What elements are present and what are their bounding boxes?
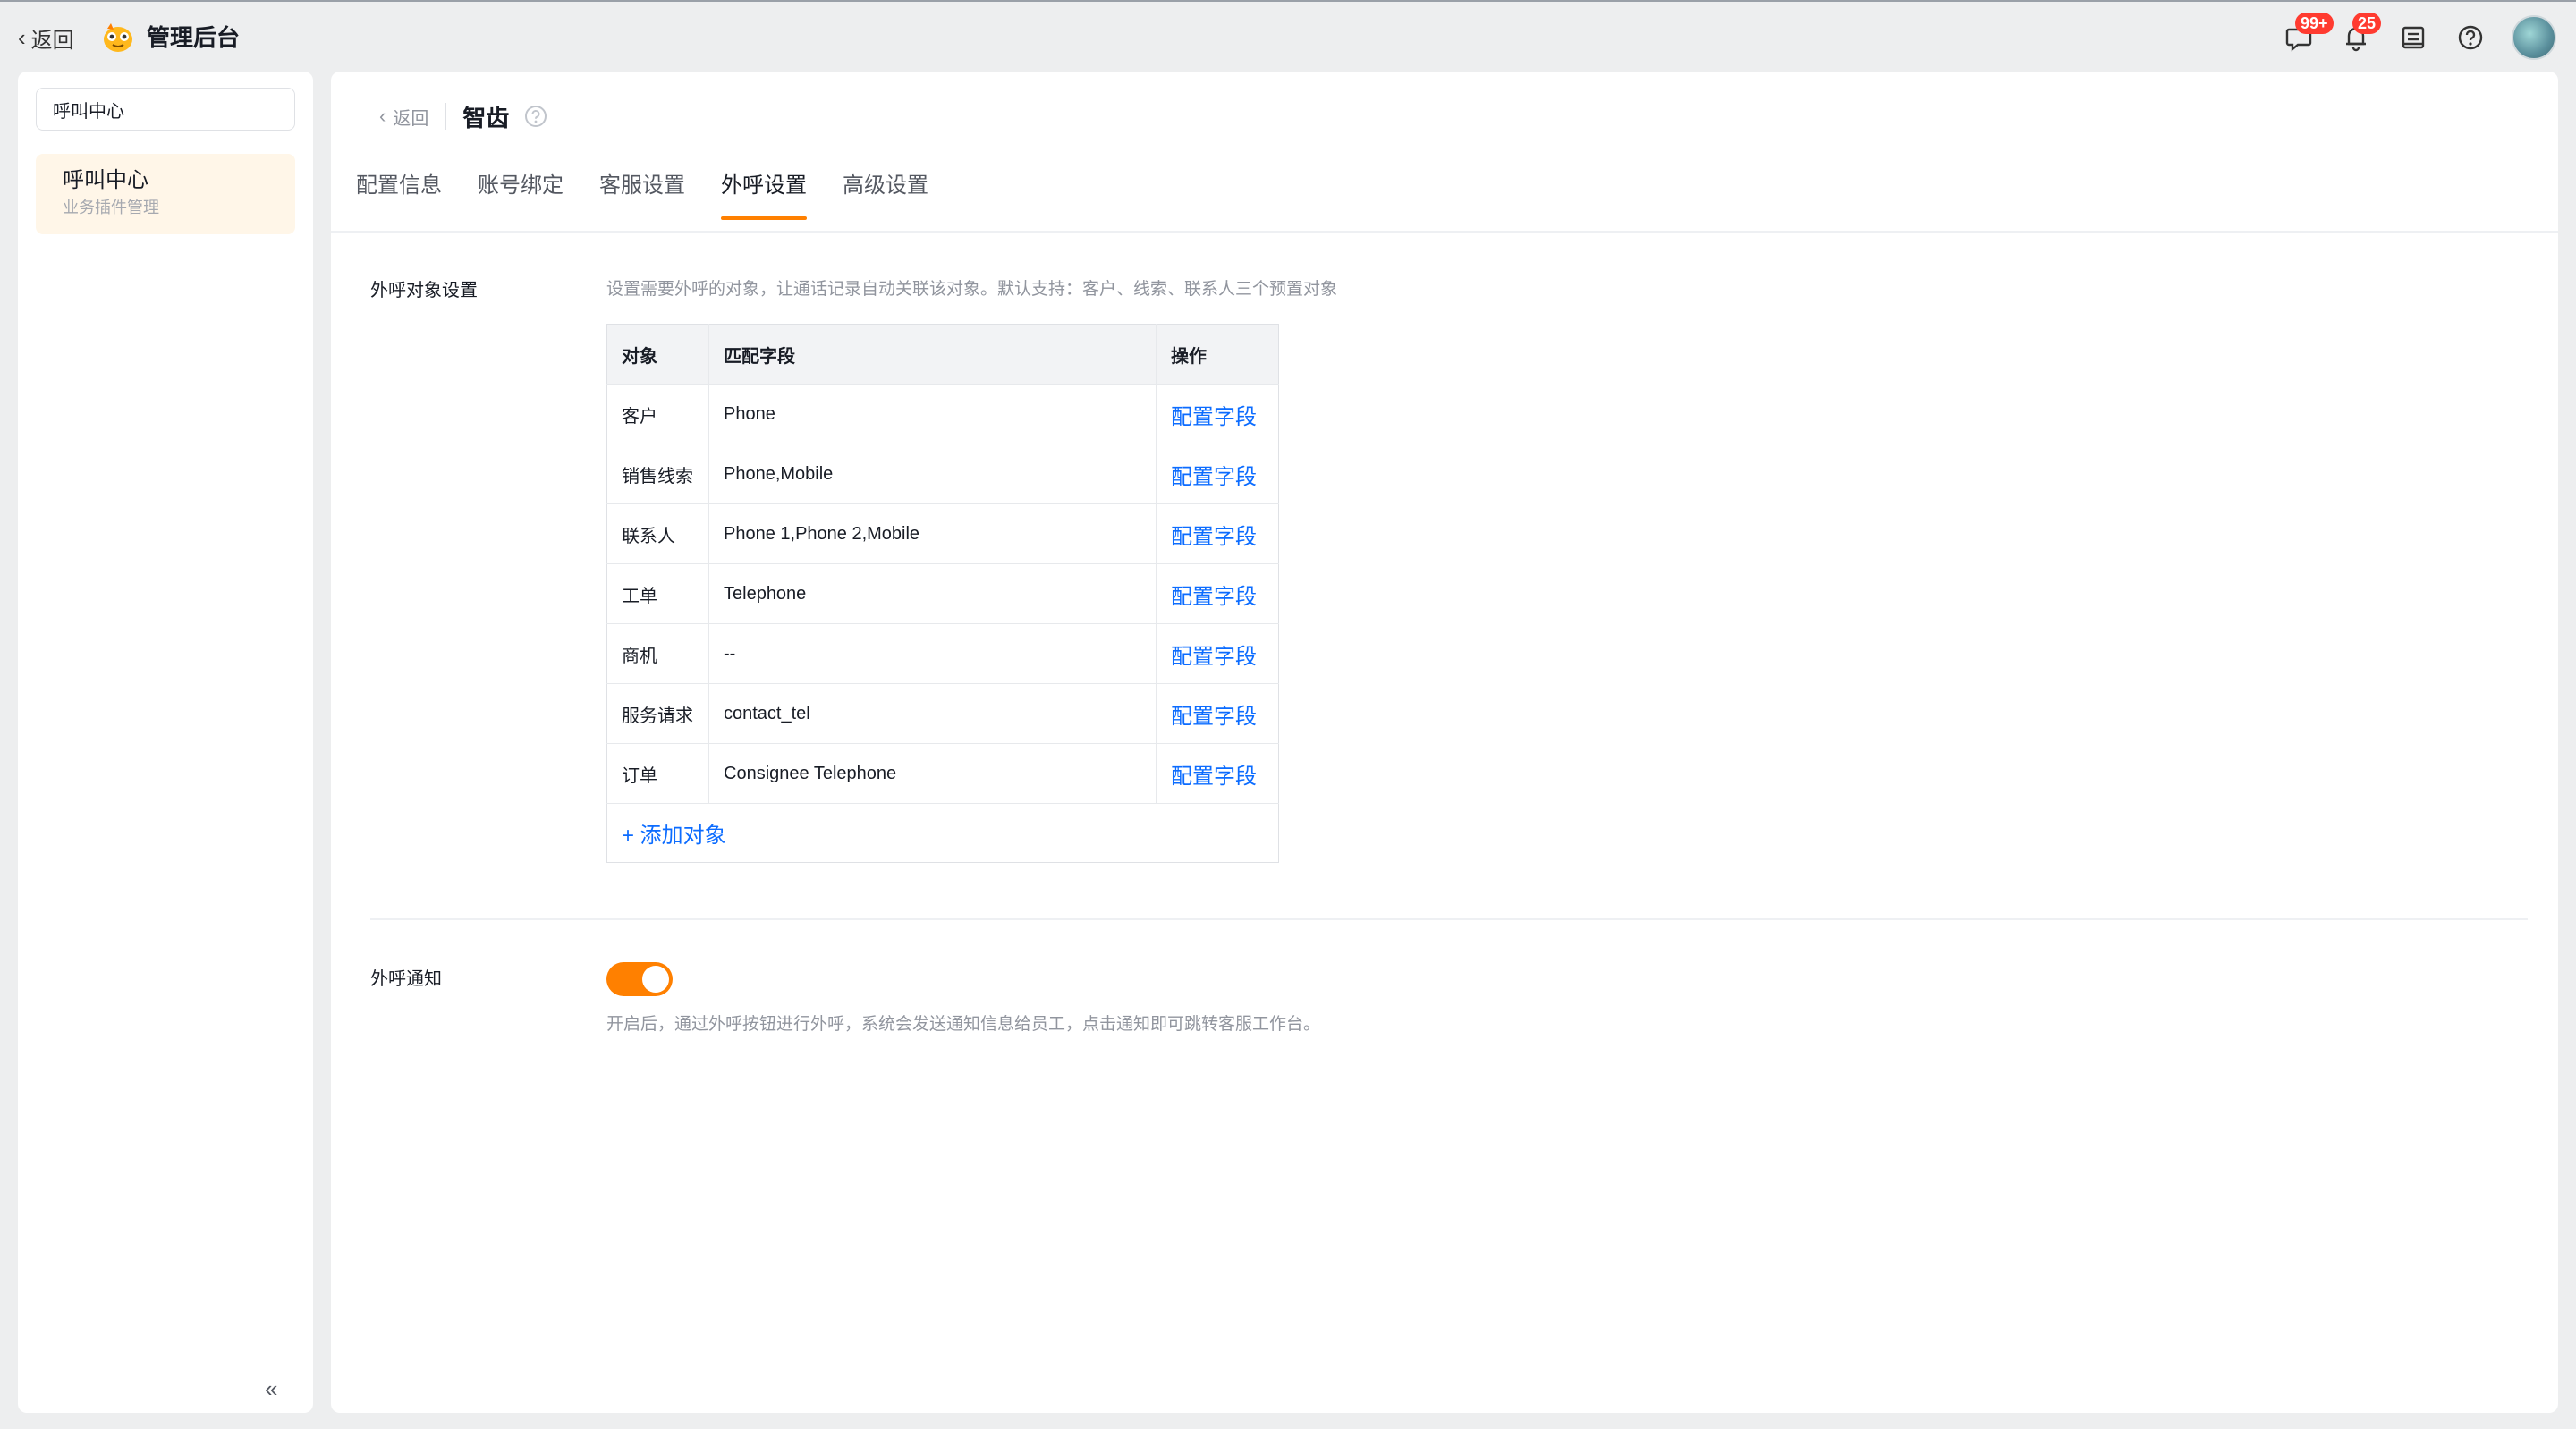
object-cell: 客户	[606, 384, 709, 444]
todo-button[interactable]	[2397, 21, 2429, 54]
collapse-icon[interactable]: «	[265, 1375, 277, 1403]
section-divider	[370, 918, 2528, 920]
help-icon	[2458, 25, 2483, 50]
back-button[interactable]: ‹ 返回	[18, 21, 74, 54]
sidebar-item-subtitle: 业务插件管理	[63, 199, 159, 216]
action-cell: 配置字段	[1156, 444, 1279, 504]
table-row: 客户 Phone 配置字段	[606, 384, 1279, 444]
top-bar: ‹ 返回 管理后台 99+ 25	[0, 0, 2576, 72]
notifications-button[interactable]: 25	[2340, 13, 2382, 54]
object-cell: 服务请求	[606, 683, 709, 744]
back-label: 返回	[30, 28, 74, 53]
add-object-cell: + 添加对象	[607, 804, 1279, 863]
field-cell: contact_tel	[708, 683, 1157, 744]
table-row: 销售线索 Phone,Mobile 配置字段	[606, 444, 1279, 504]
search-input[interactable]	[53, 98, 290, 120]
messages-button[interactable]: 99+	[2283, 13, 2334, 54]
column-header-object: 对象	[606, 324, 709, 385]
todo-icon	[2402, 26, 2425, 49]
chevron-left-icon: ‹	[379, 105, 386, 127]
action-cell: 配置字段	[1156, 384, 1279, 444]
object-cell: 销售线索	[606, 444, 709, 504]
tab-divider	[331, 231, 2558, 233]
field-cell: --	[708, 623, 1157, 684]
outbound-object-label: 外呼对象设置	[370, 281, 478, 300]
table-row: 服务请求 contact_tel 配置字段	[606, 683, 1279, 744]
table-row: 工单 Telephone 配置字段	[606, 563, 1279, 624]
tab-advanced-settings[interactable]: 高级设置	[843, 165, 928, 220]
table-row: 商机 -- 配置字段	[606, 623, 1279, 684]
plugin-back-button[interactable]: ‹ 返回	[379, 104, 428, 130]
configure-field-link[interactable]: 配置字段	[1171, 765, 1257, 789]
notifications-badge: 25	[2352, 13, 2382, 34]
app-logo-icon	[100, 20, 136, 55]
configure-field-link[interactable]: 配置字段	[1171, 465, 1257, 489]
table-row: 联系人 Phone 1,Phone 2,Mobile 配置字段	[606, 503, 1279, 564]
field-cell: Phone 1,Phone 2,Mobile	[708, 503, 1157, 564]
action-cell: 配置字段	[1156, 623, 1279, 684]
tab-outbound-settings[interactable]: 外呼设置	[721, 165, 807, 220]
header-divider	[445, 103, 447, 130]
tab-account-binding[interactable]: 账号绑定	[478, 165, 564, 220]
tab-config-info[interactable]: 配置信息	[356, 165, 442, 220]
outbound-notify-label: 外呼通知	[370, 969, 442, 989]
column-header-action: 操作	[1156, 324, 1279, 385]
toggle-knob	[642, 966, 669, 993]
outbound-object-description: 设置需要外呼的对象，让通话记录自动关联该对象。默认支持：客户、线索、联系人三个预…	[606, 280, 1338, 299]
object-cell: 订单	[606, 743, 709, 804]
configure-field-link[interactable]: 配置字段	[1171, 645, 1257, 669]
table-header-row: 对象 匹配字段 操作	[606, 324, 1279, 385]
action-cell: 配置字段	[1156, 563, 1279, 624]
field-cell: Telephone	[708, 563, 1157, 624]
app-title: 管理后台	[147, 24, 241, 51]
help-button[interactable]	[2454, 21, 2487, 54]
chevron-left-icon: ‹	[18, 23, 26, 51]
plugin-back-label: 返回	[393, 108, 429, 129]
field-cell: Phone,Mobile	[708, 444, 1157, 504]
outbound-object-table: 对象 匹配字段 操作 客户 Phone 配置字段 销售线索 Phone,Mobi…	[606, 324, 1279, 863]
action-cell: 配置字段	[1156, 683, 1279, 744]
sidebar: 呼叫中心 业务插件管理 «	[18, 72, 313, 1413]
action-cell: 配置字段	[1156, 503, 1279, 564]
configure-field-link[interactable]: 配置字段	[1171, 585, 1257, 609]
help-icon[interactable]	[523, 104, 548, 129]
add-object-button[interactable]: + 添加对象	[622, 824, 726, 848]
messages-badge: 99+	[2295, 13, 2334, 34]
field-cell: Phone	[708, 384, 1157, 444]
add-object-row: + 添加对象	[607, 804, 1279, 863]
tab-service-settings[interactable]: 客服设置	[599, 165, 685, 220]
search-box	[36, 88, 295, 131]
sidebar-item-title: 呼叫中心	[63, 168, 148, 192]
action-cell: 配置字段	[1156, 743, 1279, 804]
configure-field-link[interactable]: 配置字段	[1171, 525, 1257, 549]
outbound-notify-toggle[interactable]	[606, 962, 673, 996]
object-cell: 联系人	[606, 503, 709, 564]
configure-field-link[interactable]: 配置字段	[1171, 705, 1257, 729]
object-cell: 商机	[606, 623, 709, 684]
page-header: ‹ 返回 智齿	[379, 98, 548, 134]
configure-field-link[interactable]: 配置字段	[1171, 405, 1257, 429]
table-row: 订单 Consignee Telephone 配置字段	[606, 743, 1279, 804]
tab-bar: 配置信息 账号绑定 客服设置 外呼设置 高级设置	[356, 165, 928, 220]
top-actions: 99+ 25	[2283, 13, 2556, 63]
object-cell: 工单	[606, 563, 709, 624]
field-cell: Consignee Telephone	[708, 743, 1157, 804]
avatar[interactable]	[2512, 15, 2556, 60]
main-panel: ‹ 返回 智齿 配置信息 账号绑定 客服设置 外呼设置 高级设置 外呼对象设置 …	[331, 72, 2558, 1413]
page: ‹ 返回 管理后台 99+ 25 呼叫中心 呼叫中心 业务插件管理 « ‹ 返回…	[0, 0, 2576, 1429]
column-header-field: 匹配字段	[708, 324, 1157, 385]
sidebar-item-call-center[interactable]: 呼叫中心 业务插件管理	[36, 154, 295, 234]
page-title: 智齿	[462, 104, 510, 131]
outbound-notify-description: 开启后，通过外呼按钮进行外呼，系统会发送通知信息给员工，点击通知即可跳转客服工作…	[606, 1015, 1321, 1034]
